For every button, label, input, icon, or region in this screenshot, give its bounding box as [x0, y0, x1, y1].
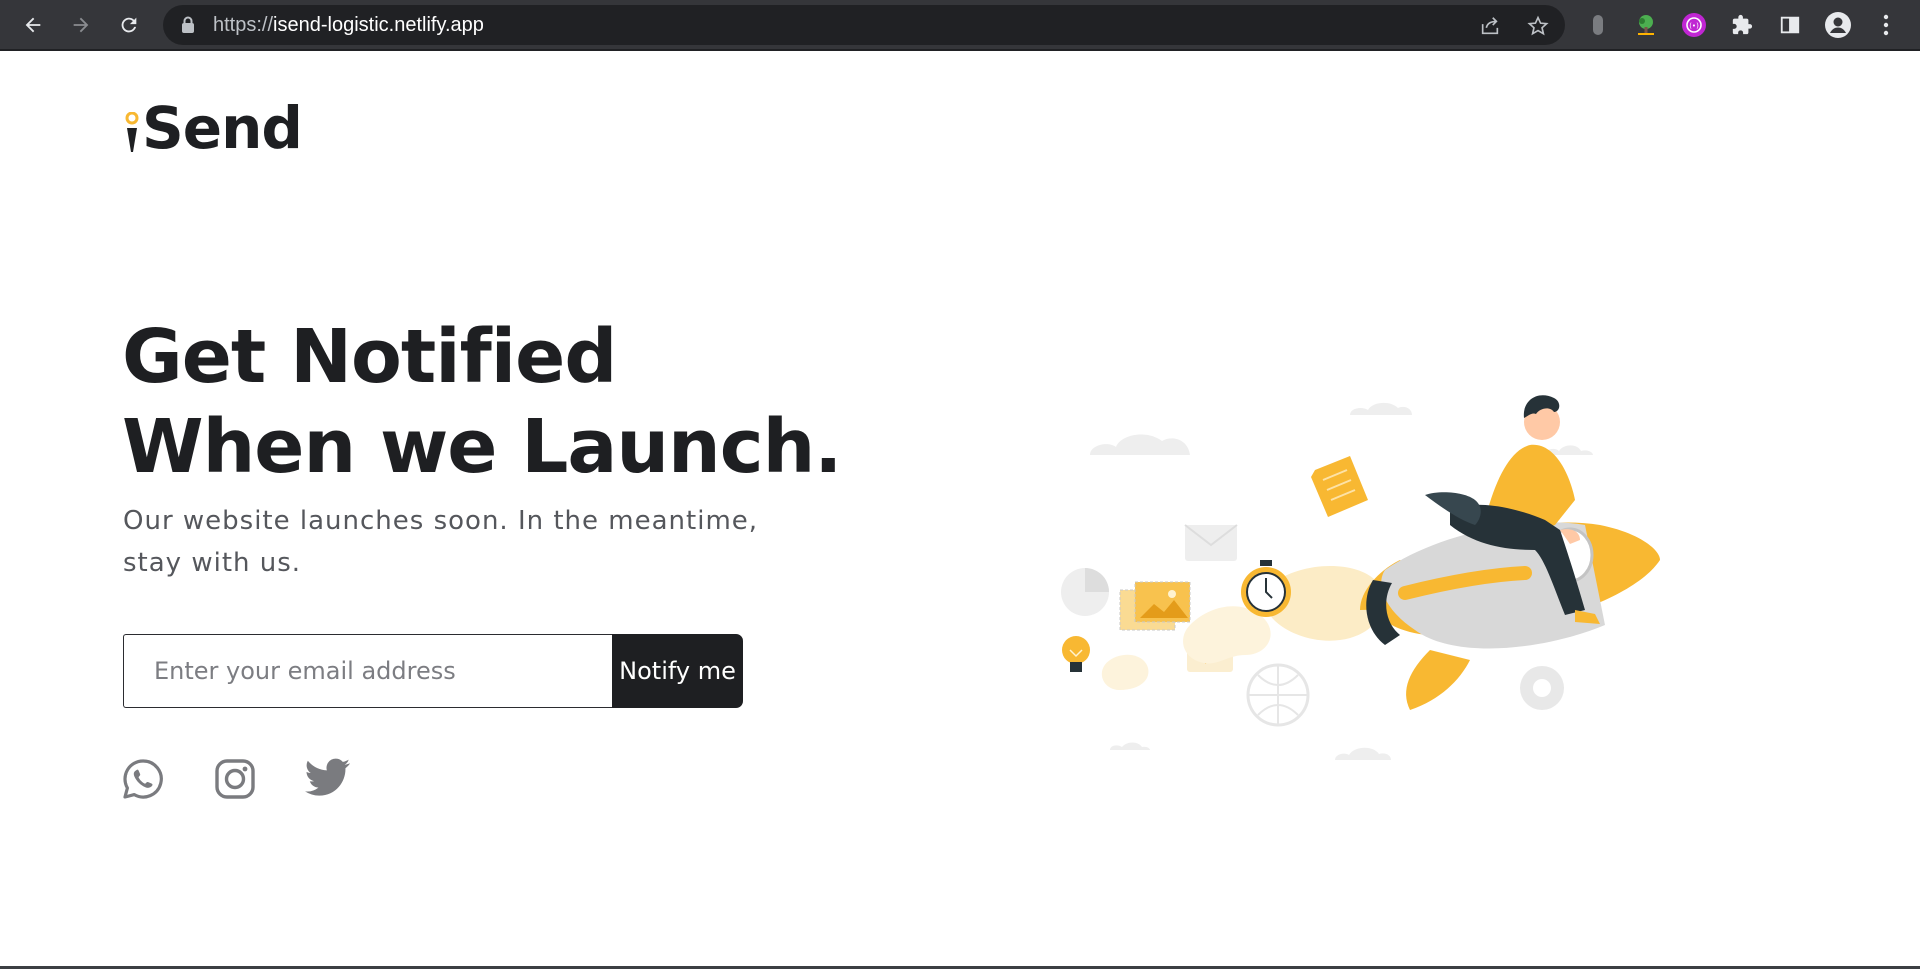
- back-button[interactable]: [17, 9, 49, 41]
- share-button[interactable]: [1477, 13, 1503, 39]
- headline-line-1: Get Notified: [122, 314, 617, 400]
- notify-form: Notify me: [123, 634, 743, 708]
- forward-button[interactable]: [65, 9, 97, 41]
- forward-arrow-icon: [73, 17, 89, 33]
- profile-button[interactable]: [1822, 9, 1854, 41]
- location-pin-icon: [125, 112, 139, 152]
- logo-text: Send: [142, 94, 303, 162]
- sidebar-icon: [1780, 16, 1800, 34]
- instagram-icon: [215, 759, 255, 799]
- extensions-button[interactable]: [1726, 9, 1758, 41]
- whatsapp-link[interactable]: [122, 758, 166, 802]
- address-bar[interactable]: https://isend-logistic.netlify.app: [163, 5, 1565, 45]
- page-title: Get Notified When we Launch.: [122, 312, 842, 492]
- twitter-link[interactable]: [305, 758, 351, 802]
- hero-subtext: Our website launches soon. In the meanti…: [123, 506, 759, 578]
- notify-button[interactable]: Notify me: [612, 634, 743, 708]
- whatsapp-icon: [123, 759, 163, 799]
- lock-icon: [182, 16, 194, 33]
- side-panel-button[interactable]: [1774, 9, 1806, 41]
- profile-icon: [1825, 12, 1851, 38]
- star-icon: [1527, 15, 1549, 36]
- site-logo[interactable]: Send: [124, 94, 303, 162]
- back-arrow-icon: [25, 17, 41, 33]
- svg-text:(•): (•): [1689, 22, 1699, 30]
- puzzle-icon: [1732, 14, 1753, 35]
- extension-icon: [1593, 15, 1603, 35]
- extension-gray[interactable]: [1582, 9, 1614, 41]
- headline-line-2: When we Launch.: [122, 404, 842, 490]
- extension-purple[interactable]: (•): [1678, 9, 1710, 41]
- color-picker-icon: (•): [1682, 13, 1706, 37]
- reload-button[interactable]: [113, 9, 145, 41]
- instagram-link[interactable]: [214, 758, 258, 802]
- extension-tree[interactable]: [1630, 9, 1662, 41]
- browser-menu-button[interactable]: [1870, 9, 1902, 41]
- rocket-launch-illustration: [1061, 395, 1660, 760]
- reload-icon: [121, 17, 137, 33]
- tree-icon: [1638, 15, 1654, 35]
- url-text: https://isend-logistic.netlify.app: [213, 14, 484, 36]
- rocket: [1360, 522, 1660, 710]
- twitter-icon: [305, 758, 351, 796]
- share-icon: [1481, 17, 1499, 35]
- browser-toolbar: https://isend-logistic.netlify.app (•): [0, 0, 1920, 51]
- menu-dots-icon: [1883, 14, 1889, 36]
- bookmark-button[interactable]: [1525, 13, 1551, 39]
- email-input[interactable]: [123, 634, 613, 708]
